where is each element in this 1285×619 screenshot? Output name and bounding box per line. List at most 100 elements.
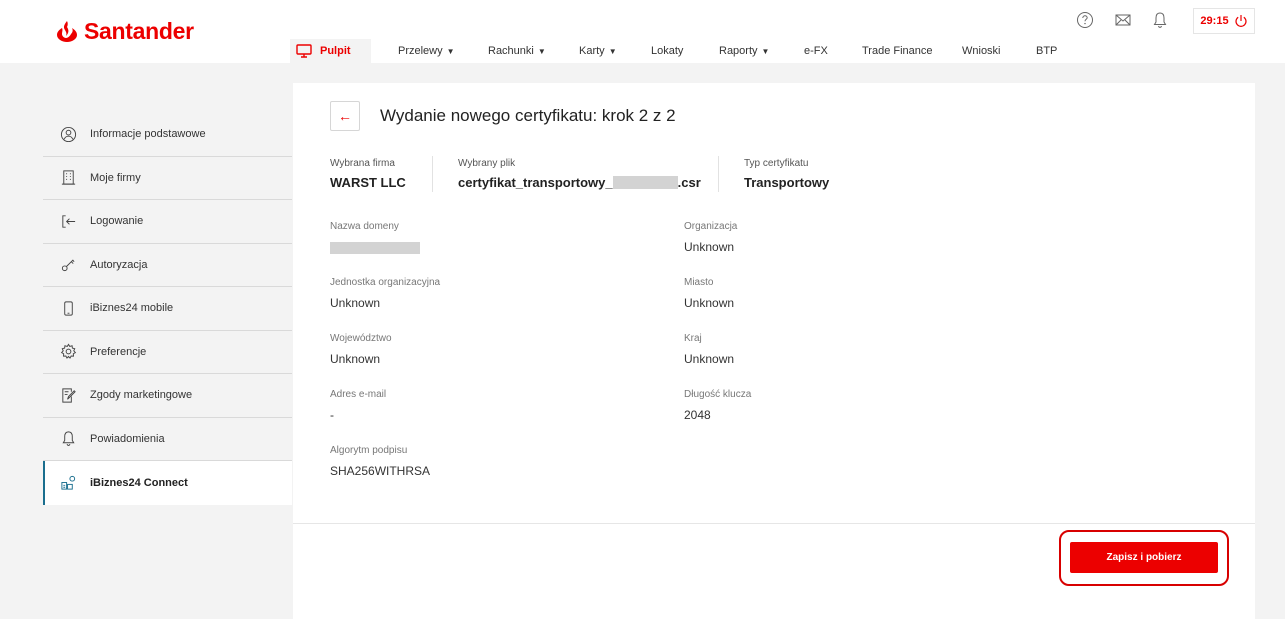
field-value: - (330, 408, 334, 422)
caret-down-icon: ▼ (608, 46, 617, 56)
field-label: Algorytm podpisu (330, 445, 408, 456)
nav-btp[interactable]: BTP (1034, 39, 1059, 63)
arrow-left-icon: ← (338, 108, 352, 124)
divider (718, 156, 719, 192)
top-header: Santander Pulpit Przelewy ▼ Rachunki ▼ Kar… (0, 0, 1285, 63)
field-label: Miasto (684, 277, 714, 288)
summary-label: Wybrana firma (330, 158, 395, 169)
nav-label: BTP (1036, 45, 1058, 57)
nav-wnioski[interactable]: Wnioski (960, 39, 1003, 63)
sidebar-item-label: Zgody marketingowe (90, 389, 193, 402)
sidebar-item-label: Moje firmy (90, 171, 141, 184)
nav-raporty[interactable]: Raporty ▼ (717, 39, 771, 63)
nav-label: Wnioski (962, 45, 1001, 57)
sidebar-item-powiadomienia[interactable]: Powiadomienia (43, 418, 292, 461)
sidebar-item-preferencje[interactable]: Preferencje (43, 331, 292, 374)
certificate-step2-panel: ← Wydanie nowego certyfikatu: krok 2 z 2… (293, 83, 1255, 619)
field-label: Nazwa domeny (330, 221, 399, 232)
sidebar-item-label: Logowanie (90, 215, 144, 228)
summary-type: Typ certyfikatu Transportowy (744, 158, 829, 190)
field-label: Kraj (684, 333, 702, 344)
divider (432, 156, 433, 192)
field-email: Adres e-mail - (330, 389, 386, 422)
nav-label: Przelewy (398, 45, 443, 57)
nav-rachunki[interactable]: Rachunki ▼ (486, 39, 548, 63)
field-value: Unknown (330, 352, 381, 366)
sidebar-item-label: Informacje podstawowe (90, 128, 206, 141)
field-value (330, 240, 420, 254)
key-icon (59, 256, 77, 274)
field-value: Unknown (684, 240, 735, 254)
nav-trade-finance[interactable]: Trade Finance (860, 39, 935, 63)
power-icon (1234, 15, 1247, 27)
nav-pulpit[interactable]: Pulpit (290, 39, 371, 63)
sidebar-item-ibiznes24-connect[interactable]: iBiznes24 Connect (43, 461, 292, 505)
sidebar-item-label: iBiznes24 Connect (90, 476, 188, 489)
nav-przelewy[interactable]: Przelewy ▼ (396, 39, 457, 63)
monitor-icon (296, 44, 312, 58)
caret-down-icon: ▼ (446, 46, 455, 56)
nav-karty[interactable]: Karty ▼ (577, 39, 619, 63)
summary-company: Wybrana firma WARST LLC (330, 158, 406, 190)
sidebar-item-moje-firmy[interactable]: Moje firmy (43, 157, 292, 200)
field-label: Adres e-mail (330, 389, 387, 400)
nav-label: Pulpit (320, 45, 351, 57)
brand-name: Santander (84, 18, 194, 44)
field-label: Organizacja (684, 221, 738, 232)
help-icon[interactable] (1076, 11, 1094, 29)
santander-logo[interactable]: Santander (54, 18, 194, 45)
field-city: Miasto Unknown (684, 277, 734, 310)
field-value: Unknown (684, 296, 735, 310)
gear-icon (59, 343, 77, 361)
nav-label: e-FX (804, 45, 828, 57)
field-algorithm: Algorytm podpisu SHA256WITHRSA (330, 445, 430, 478)
sidebar-item-ibiznes24-mobile[interactable]: iBiznes24 mobile (43, 287, 292, 331)
summary-value: WARST LLC (330, 175, 406, 190)
login-icon (59, 212, 77, 230)
session-timer[interactable]: 29:15 (1193, 8, 1255, 34)
summary-label: Typ certyfikatu (744, 158, 809, 169)
settings-sidebar: Informacje podstawowe Moje firmy Logowan… (43, 113, 292, 505)
summary-label: Wybrany plik (458, 158, 516, 169)
field-value: SHA256WITHRSA (330, 464, 431, 478)
page-title: Wydanie nowego certyfikatu: krok 2 z 2 (380, 106, 676, 125)
sidebar-item-informacje-podstawowe[interactable]: Informacje podstawowe (43, 113, 292, 157)
caret-down-icon: ▼ (761, 46, 770, 56)
mail-icon[interactable] (1114, 11, 1132, 29)
nav-efx[interactable]: e-FX (802, 39, 830, 63)
back-button[interactable]: ← (330, 101, 360, 131)
field-label: Jednostka organizacyjna (330, 277, 441, 288)
sidebar-item-autoryzacja[interactable]: Autoryzacja (43, 244, 292, 287)
nav-label: Rachunki (488, 45, 534, 57)
summary-value: certyfikat_transportowy_ .csr (458, 175, 701, 190)
user-circle-icon (59, 125, 77, 143)
sidebar-item-logowanie[interactable]: Logowanie (43, 200, 292, 244)
bell-icon (59, 430, 77, 448)
sidebar-item-label: Autoryzacja (90, 258, 148, 271)
summary-file: Wybrany plik certyfikat_transportowy_ .cs… (458, 158, 701, 190)
redacted-block (330, 241, 420, 254)
field-value: Unknown (330, 296, 381, 310)
field-value: Unknown (684, 352, 735, 366)
building-icon (59, 169, 77, 187)
nav-lokaty[interactable]: Lokaty (649, 39, 685, 63)
file-name-prefix: certyfikat_transportowy_ (458, 175, 613, 190)
sidebar-item-zgody-marketingowe[interactable]: Zgody marketingowe (43, 374, 292, 418)
sidebar-item-label: iBiznes24 mobile (90, 302, 174, 315)
field-label: Długość klucza (684, 389, 752, 400)
caret-down-icon: ▼ (537, 46, 546, 56)
sidebar-item-label: Preferencje (90, 345, 147, 358)
nav-label: Raporty (719, 45, 758, 57)
footer-divider (293, 523, 1255, 524)
summary-value: Transportowy (744, 175, 830, 190)
field-unit: Jednostka organizacyjna Unknown (330, 277, 440, 310)
field-label: Województwo (330, 333, 392, 344)
connect-icon (59, 474, 77, 492)
field-country: Kraj Unknown (684, 333, 734, 366)
file-name-suffix: .csr (677, 175, 701, 190)
document-edit-icon (59, 386, 77, 404)
sidebar-item-label: Powiadomienia (90, 432, 165, 445)
bell-icon[interactable] (1151, 11, 1169, 29)
nav-label: Trade Finance (862, 45, 933, 57)
save-and-download-button[interactable]: Zapisz i pobierz (1070, 542, 1218, 573)
